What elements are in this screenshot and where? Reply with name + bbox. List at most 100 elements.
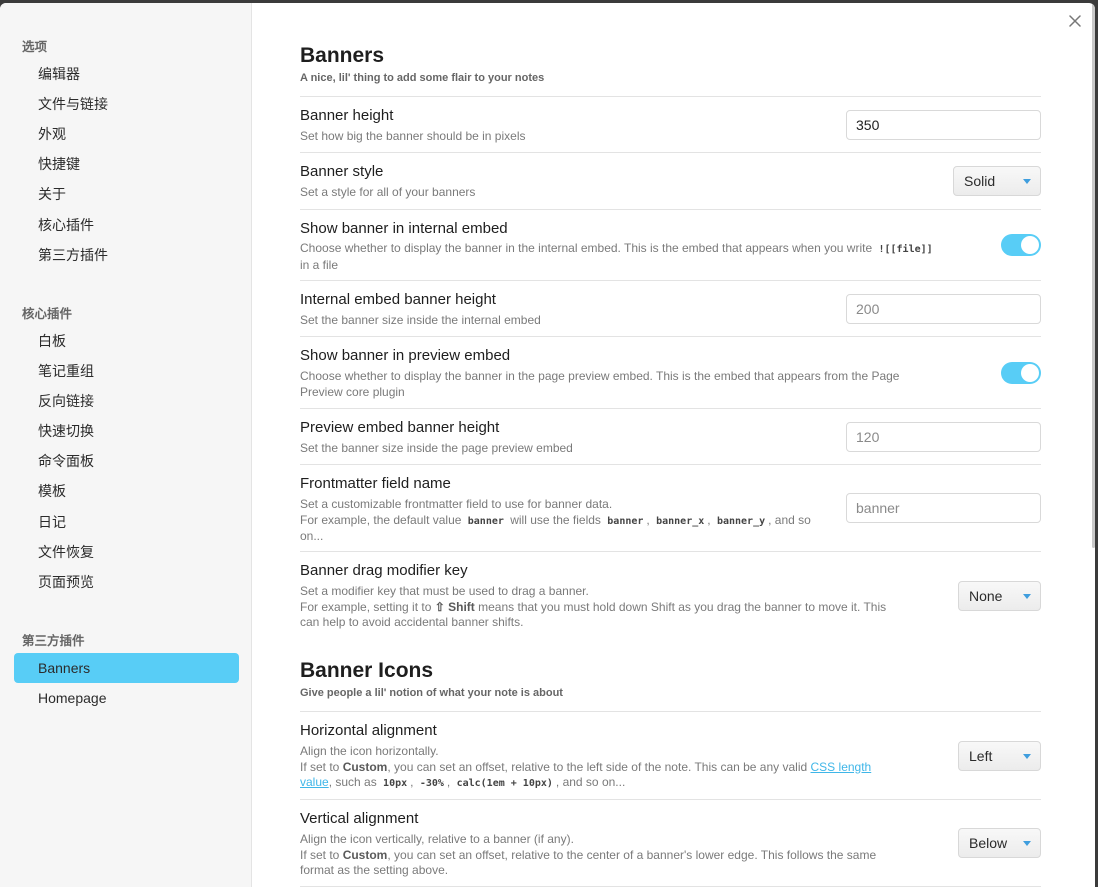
desc-text: Choose whether to display the banner in … [300,369,900,383]
custom-label: Custom [342,759,388,774]
section-desc-banner-icons: Give people a lil' notion of what your n… [300,687,563,699]
divider [300,799,1041,800]
sidebar-item-editor[interactable]: 编辑器 [14,59,239,89]
vertical-alignment-value: Below [969,835,1008,851]
desc-text: , such as [328,775,381,789]
desc-text: Align the icon horizontally. [300,744,439,758]
horizontal-alignment-select[interactable]: Left [958,741,1041,771]
code-example: 10px [383,778,408,789]
setting-name-horizontal-alignment: Horizontal alignment [300,722,437,739]
code-file-embed: ![[file]] [878,244,933,255]
setting-name-frontmatter: Frontmatter field name [300,475,451,492]
desc-text: in a file [300,257,339,272]
sidebar-item-community-plugins[interactable]: 第三方插件 [14,240,239,270]
sidebar-item-daily-notes[interactable]: 日记 [14,507,239,537]
sidebar-item-templates[interactable]: 模板 [14,476,239,506]
sidebar-item-core-plugins[interactable]: 核心插件 [14,210,239,240]
frontmatter-field-input[interactable]: banner [846,493,1041,523]
desc-text: means that you must hold down Shift as y… [474,599,887,614]
desc-text: , and so [768,512,811,527]
desc-text: format as the setting above. [300,863,449,877]
nav-group-options: 选项 [22,40,48,54]
setting-name-vertical-alignment: Vertical alignment [300,810,419,827]
divider [300,711,1041,712]
toggle-knob [1021,364,1039,382]
sidebar-item-file-recovery[interactable]: 文件恢复 [14,537,239,567]
separator: , [646,512,650,527]
setting-desc-preview-height: Set the banner size inside the page prev… [300,441,573,455]
sidebar-item-appearance[interactable]: 外观 [14,119,239,149]
section-title-banner-icons: Banner Icons [300,659,434,682]
nav-group-community-plugins: 第三方插件 [22,634,85,648]
internal-height-input[interactable]: 200 [846,294,1041,324]
setting-name-banner-style: Banner style [300,163,384,180]
setting-desc-frontmatter: Set a customizable frontmatter field to … [300,497,940,545]
sidebar-item-homepage[interactable]: Homepage [14,683,239,713]
content-scrollbar[interactable] [1092,3,1095,548]
sidebar-item-backlinks[interactable]: 反向链接 [14,386,239,416]
nav-group-core-plugins: 核心插件 [22,307,73,321]
desc-text: on... [300,529,324,543]
sidebar-item-about[interactable]: 关于 [14,179,239,209]
settings-modal: 选项 编辑器 文件与链接 外观 快捷键 关于 核心插件 第三方插件 核心插件 白… [0,3,1095,887]
sidebar-item-command-palette[interactable]: 命令面板 [14,446,239,476]
code-banner: banner [467,515,504,527]
divider [300,551,1041,552]
sidebar-item-quick-switcher[interactable]: 快速切换 [14,416,239,446]
settings-sidebar: 选项 编辑器 文件与链接 外观 快捷键 关于 核心插件 第三方插件 核心插件 白… [0,3,252,887]
divider [300,336,1041,337]
setting-desc-horizontal-alignment: Align the icon horizontally. If set to C… [300,744,940,792]
chevron-down-icon [1023,594,1031,599]
divider [300,464,1041,465]
setting-name-internal-height: Internal embed banner height [300,291,496,308]
close-icon [1069,15,1081,27]
setting-desc-preview-embed: Choose whether to display the banner in … [300,369,940,400]
sidebar-item-note-composer[interactable]: 笔记重组 [14,356,239,386]
desc-text: Set a modifier key that must be used to … [300,584,589,598]
css-length-link[interactable]: value [300,775,329,789]
sidebar-item-banners[interactable]: Banners [14,653,239,683]
desc-text: Set a customizable frontmatter field to … [300,497,613,511]
custom-label: Custom [342,847,388,862]
sidebar-item-hotkeys[interactable]: 快捷键 [14,149,239,179]
preview-height-input[interactable]: 120 [846,422,1041,452]
internal-embed-toggle[interactable] [1001,234,1041,256]
setting-name-preview-height: Preview embed banner height [300,419,500,436]
desc-text: If set to [300,847,343,862]
desc-text: Choose whether to display the banner in … [300,241,876,255]
section-title-banners: Banners [300,44,385,67]
setting-name-preview-embed: Show banner in preview embed [300,347,511,364]
desc-text: If set to [300,759,343,774]
sidebar-item-canvas[interactable]: 白板 [14,326,239,356]
desc-text: will use the fields [506,512,605,527]
sidebar-item-page-preview[interactable]: 页面预览 [14,567,239,597]
code-field: banner_x [656,515,705,527]
setting-desc-internal-height: Set the banner size inside the internal … [300,313,541,327]
section-desc-banners: A nice, lil' thing to add some flair to … [300,72,545,84]
banner-style-value: Solid [964,173,996,189]
drag-key-select[interactable]: None [958,581,1041,611]
divider [300,280,1041,281]
chevron-down-icon [1023,179,1031,184]
desc-text: For example, the default value [300,512,465,527]
setting-desc-vertical-alignment: Align the icon vertically, relative to a… [300,832,940,879]
close-button[interactable] [1065,11,1085,31]
divider [300,152,1041,153]
desc-text: Preview core plugin [300,384,405,399]
desc-text: , you can set an offset, relative to the… [387,759,811,774]
code-field: banner_y [716,515,766,527]
desc-text: , and so on... [555,775,626,789]
desc-text: , you can set an offset, relative to the… [387,847,877,862]
banner-style-select[interactable]: Solid [953,166,1041,196]
vertical-alignment-select[interactable]: Below [958,828,1041,858]
preview-embed-toggle[interactable] [1001,362,1041,384]
css-length-link[interactable]: CSS length [811,760,872,774]
sidebar-item-files-links[interactable]: 文件与链接 [14,89,239,119]
chevron-down-icon [1023,754,1031,759]
setting-name-drag-key: Banner drag modifier key [300,562,468,579]
setting-desc-banner-style: Set a style for all of your banners [300,185,476,199]
banner-height-input[interactable]: 350 [846,110,1041,140]
desc-text: can help to avoid accidental banner shif… [300,615,524,629]
horizontal-alignment-value: Left [969,748,993,764]
code-field: banner [607,515,644,527]
